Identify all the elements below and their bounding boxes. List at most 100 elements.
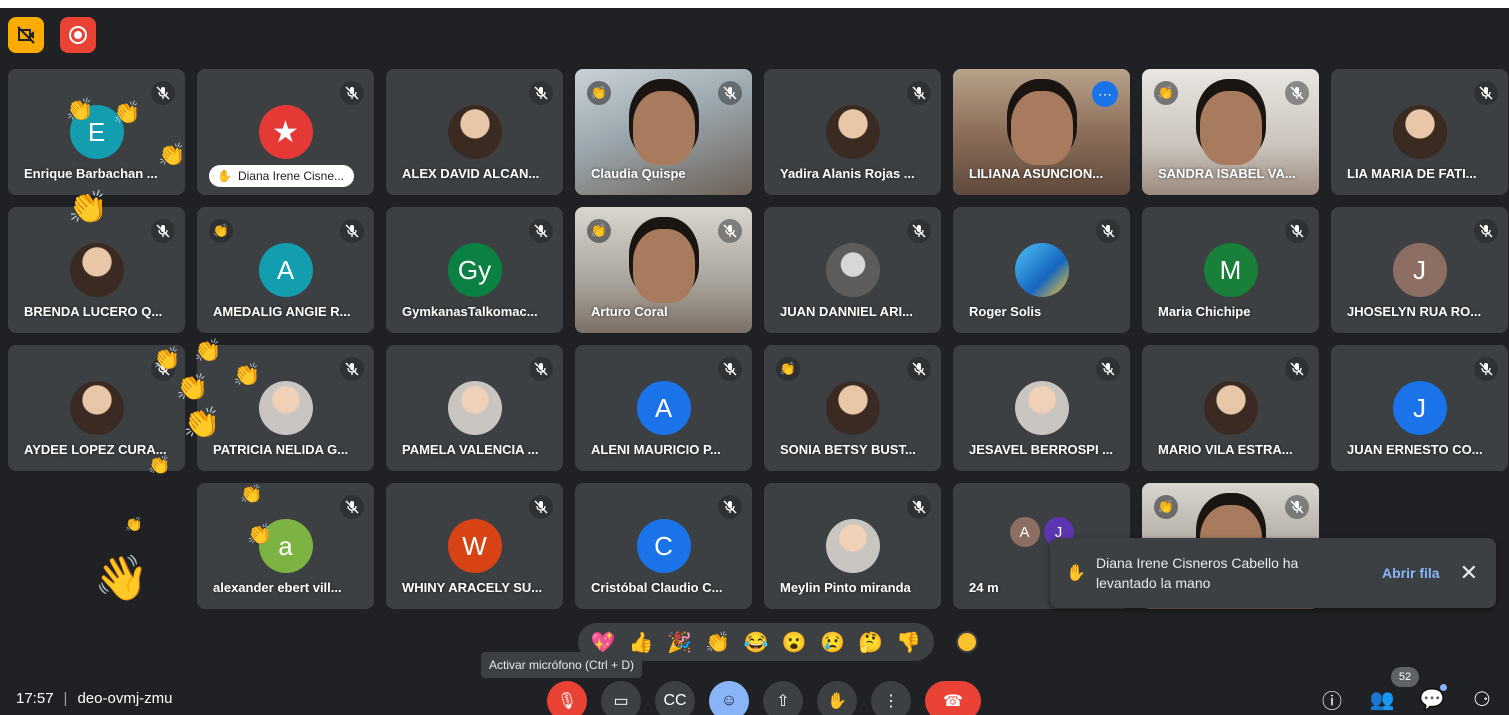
participant-tile[interactable]: JUAN DANNIEL ARI... [764,207,941,333]
reaction-emoji-button[interactable]: 👎 [895,630,923,655]
participant-name: Enrique Barbachan ... [24,166,158,181]
participant-tile[interactable]: J JUAN ERNESTO CO... [1331,345,1508,471]
participant-tile[interactable]: LIA MARIA DE FATI... [1331,69,1508,195]
microphone-muted-icon [1285,357,1309,381]
microphone-muted-icon [1096,219,1120,243]
participant-tile[interactable]: 👏 Arturo Coral [575,207,752,333]
participant-tile[interactable]: 👏 SANDRA ISABEL VA... [1142,69,1319,195]
participant-face [1199,91,1262,165]
avatar: A [258,243,313,297]
microphone-muted-icon [907,81,931,105]
camera-button[interactable]: ▭ [601,681,641,715]
notification-message: Diana Irene Cisneros Cabello ha levantad… [1096,555,1299,591]
microphone-muted-icon [718,219,742,243]
participant-name: AYDEE LOPEZ CURA... [24,442,167,457]
participant-tile[interactable]: MARIO VILA ESTRA... [1142,345,1319,471]
participant-tile[interactable]: A 👏 AMEDALIG ANGIE R... [197,207,374,333]
participant-tile[interactable]: J JHOSELYN RUA RO... [1331,207,1508,333]
participant-name: JHOSELYN RUA RO... [1347,304,1482,319]
participant-name: alexander ebert vill... [213,580,342,595]
present-button[interactable]: ⇧ [763,681,803,715]
participant-name: JUAN ERNESTO CO... [1347,442,1483,457]
avatar [1203,381,1258,435]
avatar [825,105,880,159]
microphone-muted-icon [718,357,742,381]
raised-hand-icon: ✋ [1066,565,1086,582]
reaction-emoji-button[interactable]: 😢 [818,630,846,655]
meeting-code[interactable]: deo-ovmj-zmu [77,690,172,707]
raised-hand-icon: 👏 [1154,495,1178,519]
participant-name: LILIANA ASUNCION... [969,166,1104,181]
participant-tile[interactable]: Meylin Pinto miranda [764,483,941,609]
participant-tile[interactable]: E Enrique Barbachan ... [8,69,185,195]
avatar: A [1009,517,1040,547]
reaction-emoji-button[interactable]: 💖 [589,630,617,655]
participant-tile[interactable]: C Cristóbal Claudio C... [575,483,752,609]
reactions-button[interactable]: ☺ [709,681,749,715]
participant-tile[interactable]: Yadira Alanis Rojas ... [764,69,941,195]
participant-name: Arturo Coral [591,304,668,319]
avatar: J [1392,381,1447,435]
participant-name: AMEDALIG ANGIE R... [213,304,351,319]
microphone-muted-icon [529,81,553,105]
microphone-muted-icon [340,219,364,243]
participant-tile[interactable]: Gy GymkanasTalkomac... [386,207,563,333]
participant-tile[interactable]: PATRICIA NELIDA G... [197,345,374,471]
raise-hand-notification: ✋ Diana Irene Cisneros Cabello ha levant… [1050,538,1496,608]
reaction-emoji-button[interactable]: 👍 [627,630,655,655]
record-icon[interactable] [60,17,96,53]
participant-tile[interactable]: M Maria Chichipe [1142,207,1319,333]
chat-icon[interactable]: 💬 [1417,684,1447,714]
captions-button[interactable]: CC [655,681,695,715]
microphone-muted-icon [718,81,742,105]
avatar [69,243,124,297]
participant-tile[interactable]: a alexander ebert vill... [197,483,374,609]
more-options-icon[interactable]: ⋯ [1092,81,1118,107]
avatar: C [636,519,691,573]
activities-icon[interactable]: ⚆ [1467,684,1497,714]
leave-call-button[interactable]: ☎ [925,681,981,715]
no-video-recording-icon[interactable] [8,17,44,53]
participant-tile[interactable]: 👏 SONIA BETSY BUST... [764,345,941,471]
participant-tile[interactable]: AYDEE LOPEZ CURA... [8,345,185,471]
avatar [1392,105,1447,159]
people-icon[interactable]: 👥 [1367,684,1397,714]
microphone-muted-icon [529,219,553,243]
participant-tile[interactable]: ALEX DAVID ALCAN... [386,69,563,195]
avatar [825,381,880,435]
logo-avatar [1014,243,1069,297]
participant-name: MARIO VILA ESTRA... [1158,442,1293,457]
close-icon[interactable]: ✕ [1460,560,1478,586]
avatar [1014,381,1069,435]
meeting-details: 17:57 | deo-ovmj-zmu [16,690,172,707]
participant-tile[interactable]: Roger Solis [953,207,1130,333]
participant-tile[interactable]: ★ ✋ Diana Irene Cisne... [197,69,374,195]
participant-tile[interactable]: 👏 Claudia Quispe [575,69,752,195]
info-icon[interactable]: ⓘ [1317,684,1347,714]
participant-name: GymkanasTalkomac... [402,304,538,319]
participant-tile[interactable]: BRENDA LUCERO Q... [8,207,185,333]
avatar: J [1392,243,1447,297]
participant-name: WHINY ARACELY SU... [402,580,543,595]
chat-unread-dot [1440,684,1447,691]
reaction-emoji-button[interactable]: 👏 [704,630,732,655]
microphone-off-button[interactable]: 🎙 [547,681,587,715]
raise-hand-button[interactable]: ✋ [817,681,857,715]
avatar: a [258,519,313,573]
reaction-emoji-button[interactable]: 😂 [742,630,770,655]
reaction-emoji-button[interactable]: 🎉 [666,630,694,655]
raised-hand-icon: 👏 [587,81,611,105]
participant-tile[interactable]: ⋯ LILIANA ASUNCION... [953,69,1130,195]
reaction-emoji-button[interactable]: 😮 [780,630,808,655]
skin-tone-selector[interactable] [956,631,978,653]
open-queue-button[interactable]: Abrir fila [1382,565,1440,581]
participant-tile[interactable]: JESAVEL BERROSPI ... [953,345,1130,471]
participant-tile[interactable]: PAMELA VALENCIA ... [386,345,563,471]
participant-name: JUAN DANNIEL ARI... [780,304,913,319]
participant-name: Diana Irene Cisne... [237,169,345,183]
microphone-muted-icon [718,495,742,519]
reaction-emoji-button[interactable]: 🤔 [857,630,885,655]
participant-tile[interactable]: A ALENI MAURICIO P... [575,345,752,471]
more-options-button[interactable]: ⋮ [871,681,911,715]
participant-tile[interactable]: W WHINY ARACELY SU... [386,483,563,609]
